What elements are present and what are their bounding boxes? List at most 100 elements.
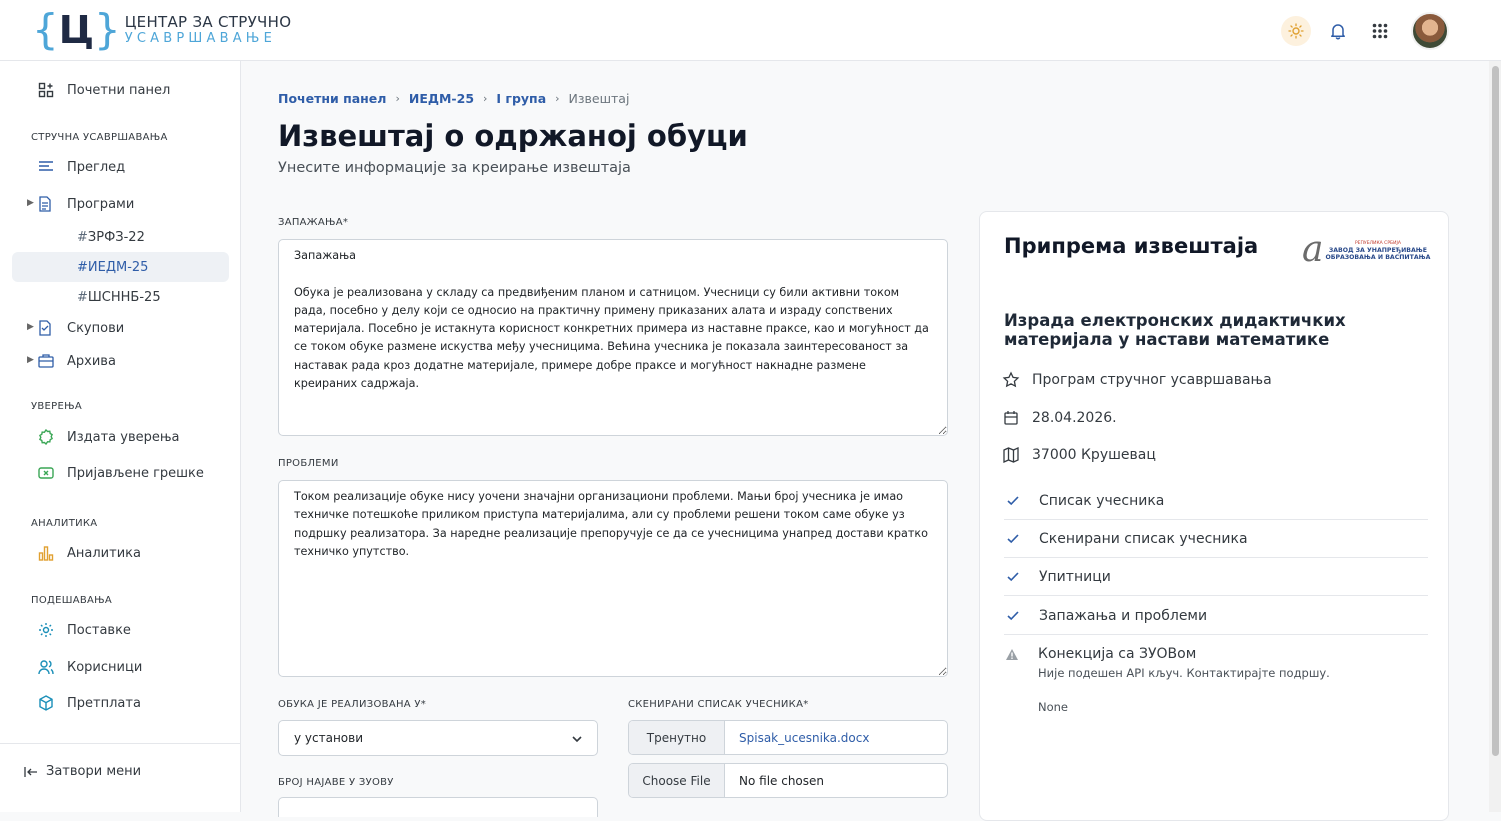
close-menu-button[interactable]: Затвори мени [24,764,141,779]
collapse-left-icon [24,766,37,777]
sidebar-item-overview[interactable]: Преглед [12,152,229,182]
check-icon [1007,610,1019,620]
date-row: 28.04.2026. [1002,409,1117,427]
program-title: Израда електронских дидактичких материја… [1004,311,1346,349]
no-file-text: No file chosen [739,773,825,788]
breadcrumb-dashboard[interactable]: Почетни панел [278,91,386,106]
user-avatar[interactable] [1411,12,1449,50]
brand-line-1: ЦЕНТАР ЗА СТРУЧНО [124,12,292,31]
briefcase-icon [38,354,54,368]
checklist-observations: Запажања и проблеми [1004,597,1428,635]
sidebar-subitem-zrfz[interactable]: #ЗРФЗ-22 [12,222,229,252]
badge-icon [39,429,53,445]
checklist-scanned-list: Скенирани списак учесника [1004,520,1428,558]
caret-right-icon[interactable]: ▶ [27,322,34,332]
sidebar-item-programs[interactable]: ▶ Програми [12,189,229,219]
sidebar-subitem-shsnnb[interactable]: #ШСННБ-25 [12,282,229,312]
breadcrumb-program[interactable]: ИЕДМ-25 [409,91,474,106]
page-title: Извештај о одржаној обуци [278,119,748,153]
sidebar-item-analytics[interactable]: Аналитика [12,538,229,568]
apps-button[interactable] [1365,16,1395,46]
program-type-row: Програм стручног усавршавања [1002,371,1272,389]
page-subtitle: Унесите информације за креирање извештај… [278,160,631,176]
dashboard-icon [38,82,54,98]
page-scrollbar-thumb[interactable] [1492,66,1499,756]
checklist-participants: Списак учесника [1004,482,1428,520]
choose-file-button[interactable]: Choose File [629,764,725,797]
current-file-field: Тренутно Spisak_ucesnika.docx [628,720,948,755]
observations-textarea[interactable]: Запажања Обука је реализована у складу с… [278,239,948,436]
section-settings: ПОДЕШАВАЊА [31,595,113,606]
main-content: Почетни панел › ИЕДМ-25 › I група › Изве… [241,61,1501,821]
warning-icon [1006,649,1018,660]
report-preparation-card: Припрема извештаја a РЕПУБЛИКА СРБИЈА ЗА… [979,211,1449,821]
sidebar-divider [0,743,240,744]
calendar-icon [1004,411,1018,425]
sets-icon [39,320,51,336]
section-training: СТРУЧНА УСАВРШАВАЊА [31,132,168,143]
card-title: Припрема извештаја [1004,234,1259,258]
list-icon [39,161,53,171]
checklist-questionnaires: Упитници [1004,558,1428,596]
zuov-connection-value: None [1038,700,1069,714]
chevron-right-icon: › [555,92,560,105]
problems-label: ПРОБЛЕМИ [278,458,339,469]
problems-textarea[interactable]: Током реализације обуке нису уочени знач… [278,480,948,677]
cube-icon [39,695,53,711]
breadcrumb: Почетни панел › ИЕДМ-25 › I група › Изве… [278,91,629,106]
location-row: 37000 Крушевац [1002,446,1156,464]
zuov-connection-title: Конекција са ЗУОВом [1038,646,1197,662]
top-actions [1281,12,1449,50]
sidebar-item-dashboard[interactable]: Почетни панел [12,75,229,105]
breadcrumb-current: Извештај [568,91,630,106]
sidebar: Почетни панел СТРУЧНА УСАВРШАВАЊА Прегле… [0,61,241,812]
theme-toggle-button[interactable] [1281,16,1311,46]
sidebar-item-sets[interactable]: ▶ Скупови [12,313,229,343]
section-certificates: УВЕРЕЊА [31,401,83,412]
section-analytics: АНАЛИТИКА [31,518,98,529]
announce-number-label: БРОЈ НАЈАВЕ У ЗУОВУ [278,777,394,788]
top-bar: {Ц} ЦЕНТАР ЗА СТРУЧНО УСАВРШАВАЊЕ [0,0,1501,61]
location-select[interactable]: у установи [278,720,598,756]
brand-logo[interactable]: {Ц} ЦЕНТАР ЗА СТРУЧНО УСАВРШАВАЊЕ [32,5,292,54]
chevron-right-icon: › [395,92,400,105]
caret-right-icon[interactable]: ▶ [27,355,34,365]
map-icon [1003,446,1019,464]
grid-icon [1372,23,1388,39]
location-label: ОБУКА ЈЕ РЕАЛИЗОВАНА У* [278,699,427,710]
sidebar-item-subscription[interactable]: Претплата [12,688,229,718]
logo-mark: {Ц} [32,5,121,54]
chevron-right-icon: › [483,92,488,105]
sun-icon [1288,23,1304,39]
sidebar-item-issued-certificates[interactable]: Издата уверења [12,422,229,452]
star-icon [1002,371,1020,388]
users-icon [38,660,54,675]
current-file-link[interactable]: Spisak_ucesnika.docx [725,721,869,754]
sidebar-item-settings[interactable]: Поставке [12,615,229,645]
notifications-button[interactable] [1323,16,1353,46]
breadcrumb-group[interactable]: I група [496,91,546,106]
error-ticket-icon [38,467,54,479]
caret-right-icon[interactable]: ▶ [27,198,34,208]
sidebar-subitem-iedm[interactable]: #ИЕДМ-25 [12,252,229,282]
gear-icon [39,623,53,637]
zuov-connection-message: Није подешен API кључ. Контактирајте под… [1038,666,1330,680]
scan-label: СКЕНИРАНИ СПИСАК УЧЕСНИКА* [628,699,809,710]
check-icon [1007,571,1019,581]
sidebar-item-users[interactable]: Корисници [12,652,229,682]
chevron-down-icon [572,736,582,743]
brand-line-2: УСАВРШАВАЊЕ [124,30,276,46]
observations-label: ЗАПАЖАЊА* [278,217,349,228]
check-icon [1007,533,1019,543]
bell-icon [1331,24,1345,40]
sidebar-item-reported-errors[interactable]: Пријављене грешке [12,458,229,488]
bar-chart-icon [38,546,54,561]
current-file-prefix: Тренутно [629,721,725,754]
location-selected-value: у установи [294,731,364,745]
zuov-logo: a РЕПУБЛИКА СРБИЈА ЗАВОД ЗА УНАПРЕЂИВАЊЕ… [1302,229,1431,270]
sidebar-item-archive[interactable]: ▶ Архива [12,346,229,376]
announce-number-input[interactable] [278,797,598,817]
programs-icon [39,196,51,212]
check-icon [1007,495,1019,505]
file-upload-input[interactable]: Choose File No file chosen [628,763,948,798]
